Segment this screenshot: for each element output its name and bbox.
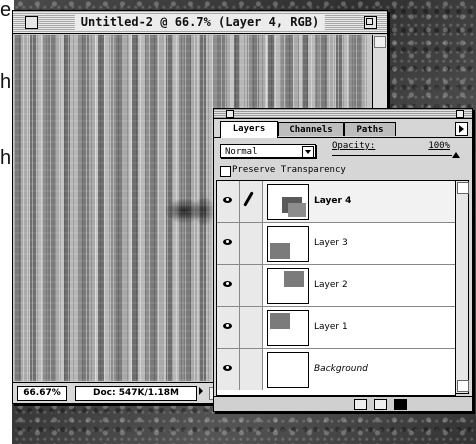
layer-list: Layer 4 Layer 3 Layer 2 Layer 1 Backgrou… (216, 180, 456, 396)
layer-name: Background (314, 364, 368, 374)
preserve-transparency-checkbox[interactable] (220, 166, 231, 177)
window-close-icon[interactable] (25, 16, 38, 29)
layer-row-layer-3[interactable]: Layer 3 (217, 223, 455, 265)
scroll-down-icon[interactable] (457, 380, 469, 392)
opacity-slider-thumb[interactable] (452, 152, 460, 158)
tab-layers[interactable]: Layers (220, 121, 278, 138)
scroll-up-icon[interactable] (457, 182, 469, 194)
visibility-toggle[interactable] (217, 349, 240, 390)
layer-row-background[interactable]: Background (217, 349, 455, 391)
preserve-transparency-label: Preserve Transparency (232, 165, 346, 175)
visibility-toggle[interactable] (217, 181, 240, 222)
zoom-level-field[interactable]: 66.67% (17, 386, 67, 401)
scroll-up-icon[interactable] (374, 36, 386, 48)
palette-zoom-icon[interactable] (456, 110, 464, 118)
palette-tabs: Layers Channels Paths (214, 121, 472, 138)
opacity-label: Opacity: (332, 141, 376, 151)
page-margin (0, 0, 12, 444)
visibility-toggle[interactable] (217, 265, 240, 306)
eye-icon (223, 323, 232, 329)
layer-name: Layer 4 (314, 196, 352, 206)
visibility-toggle[interactable] (217, 223, 240, 264)
layer-name: Layer 2 (314, 280, 348, 290)
visibility-toggle[interactable] (217, 307, 240, 348)
layers-palette: Layers Channels Paths Normal Opacity: 10… (213, 108, 473, 412)
opacity-slider-track[interactable] (332, 155, 452, 156)
clipped-letter: h (0, 147, 12, 169)
layer-thumbnail (267, 184, 309, 220)
layer-name: Layer 3 (314, 238, 348, 248)
palette-title-bar[interactable] (214, 109, 472, 119)
layer-thumbnail (267, 352, 309, 388)
palette-close-icon[interactable] (226, 110, 234, 118)
eye-icon (223, 365, 232, 371)
eye-icon (223, 239, 232, 245)
paintbrush-icon (243, 191, 254, 207)
mask-icon[interactable] (354, 399, 367, 410)
link-cell[interactable] (240, 223, 263, 264)
document-title: Untitled-2 @ 66.7% (Layer 4, RGB) (74, 14, 326, 30)
eye-icon (223, 281, 232, 287)
chevron-down-icon[interactable] (302, 146, 314, 158)
new-layer-icon[interactable] (374, 399, 387, 410)
document-title-bar[interactable]: Untitled-2 @ 66.7% (Layer 4, RGB) (13, 11, 387, 34)
document-size-field[interactable]: Doc: 547K/1.18M (75, 386, 197, 401)
layer-thumbnail (267, 310, 309, 346)
opacity-value[interactable]: 100% (428, 141, 450, 151)
tab-channels[interactable]: Channels (278, 122, 344, 136)
layer-row-layer-2[interactable]: Layer 2 (217, 265, 455, 307)
layer-thumbnail (267, 226, 309, 262)
palette-menu-arrow-icon[interactable] (455, 122, 468, 136)
layer-name: Layer 1 (314, 322, 348, 332)
link-cell[interactable] (240, 265, 263, 306)
layer-row-layer-4[interactable]: Layer 4 (217, 181, 455, 223)
trash-icon[interactable] (394, 399, 407, 410)
link-cell[interactable] (240, 349, 263, 390)
edit-indicator[interactable] (240, 181, 263, 222)
status-menu-arrow-icon[interactable] (199, 387, 203, 395)
clipped-letter: h (0, 71, 12, 93)
eye-icon (223, 197, 232, 203)
window-zoom-icon[interactable] (364, 16, 377, 29)
layer-list-scrollbar[interactable] (455, 180, 469, 394)
tab-paths[interactable]: Paths (344, 122, 396, 136)
palette-bottom-bar (214, 396, 472, 411)
layer-row-layer-1[interactable]: Layer 1 (217, 307, 455, 349)
link-cell[interactable] (240, 307, 263, 348)
layer-thumbnail (267, 268, 309, 304)
